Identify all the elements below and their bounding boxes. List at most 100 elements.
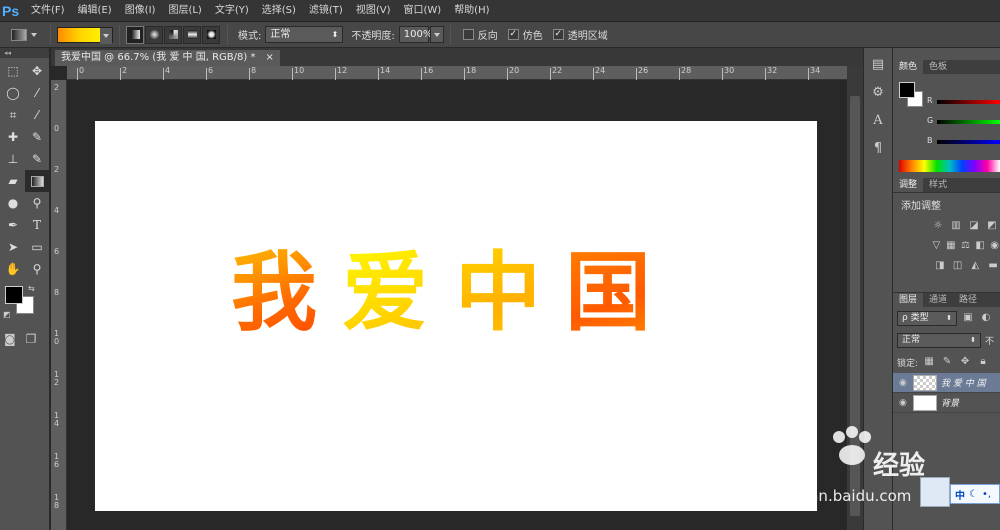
swap-colors-icon[interactable]: ⇆ [28, 284, 35, 293]
black-white-icon[interactable]: ◧ [975, 239, 986, 253]
menu-window[interactable]: 窗口(W) [396, 0, 447, 22]
blue-slider[interactable] [937, 140, 1000, 144]
ime-language-label: 中 [955, 490, 965, 502]
exposure-icon[interactable]: ◩ [985, 219, 999, 233]
menu-type[interactable]: 文字(Y) [208, 0, 255, 22]
screen-mode-icon[interactable]: ❐ [26, 332, 37, 346]
character-panel-icon[interactable]: A [867, 110, 889, 132]
curves-icon[interactable]: ◪ [967, 219, 981, 233]
gradient-preview[interactable] [58, 27, 100, 42]
radial-gradient-button[interactable] [145, 25, 163, 44]
gradient-tool[interactable] [25, 170, 49, 192]
layer-row[interactable]: ◉ 背景 [893, 393, 1000, 413]
vertical-ruler[interactable]: 2 0 2 4 6 8 1 0 1 2 1 4 1 6 1 8 [51, 80, 67, 530]
levels-icon[interactable]: ▥ [949, 219, 963, 233]
hand-tool[interactable]: ✋ [1, 258, 25, 280]
quick-selection-tool[interactable]: ⁄ [25, 82, 49, 104]
angle-gradient-button[interactable] [164, 25, 182, 44]
filter-adjust-icon[interactable]: ◐ [979, 311, 993, 325]
close-icon[interactable]: × [265, 50, 273, 66]
tool-preset-picker[interactable] [4, 24, 44, 46]
brush-tool[interactable]: ✎ [25, 126, 49, 148]
eraser-tool[interactable]: ▰ [1, 170, 25, 192]
history-brush-tool[interactable]: ✎ [25, 148, 49, 170]
layer-blend-mode-select[interactable]: 正常 ⬍ [897, 332, 981, 348]
vibrance-icon[interactable]: ▽ [931, 239, 942, 253]
canvas[interactable]: 我 爱 中 国 [95, 121, 817, 511]
menu-layer[interactable]: 图层(L) [161, 0, 207, 22]
transparency-checkbox[interactable]: ✓ [552, 29, 564, 40]
opacity-slider-toggle[interactable] [429, 26, 444, 43]
move-tool[interactable]: ✥ [25, 60, 49, 82]
tab-swatches[interactable]: 色板 [923, 60, 953, 74]
eyedropper-tool[interactable]: ⁄ [25, 104, 49, 126]
properties-panel-icon[interactable]: ⚙ [867, 82, 889, 104]
filter-pixel-icon[interactable]: ▣ [961, 311, 975, 325]
type-tool[interactable]: T [25, 214, 49, 236]
healing-brush-tool[interactable]: ✚ [1, 126, 25, 148]
horizontal-ruler[interactable]: 024681012141618202224262830323436 [67, 66, 863, 80]
menu-image[interactable]: 图像(I) [118, 0, 162, 22]
linear-gradient-button[interactable] [126, 25, 144, 44]
opacity-input[interactable]: 100% [398, 26, 432, 43]
posterize-icon[interactable]: ◫ [951, 259, 965, 273]
dodge-tool[interactable]: ⚲ [25, 192, 49, 214]
dither-checkbox[interactable]: ✓ [507, 29, 519, 40]
reflected-gradient-button[interactable] [183, 25, 201, 44]
zoom-tool[interactable]: ⚲ [25, 258, 49, 280]
document-tab[interactable]: 我爱中国 @ 66.7% (我 爱 中 国, RGB/8) * × [55, 50, 280, 66]
menu-file[interactable]: 文件(F) [24, 0, 71, 22]
blend-mode-select[interactable]: 正常 ⬍ [265, 26, 344, 43]
tab-paths[interactable]: 路径 [953, 293, 983, 307]
quick-mask-icon[interactable]: ◙ [4, 332, 16, 346]
lock-all-icon[interactable]: 🔒︎ [976, 355, 990, 369]
invert-icon[interactable]: ◨ [933, 259, 947, 273]
green-slider[interactable] [937, 120, 1000, 124]
marquee-tool[interactable]: ⬚ [1, 60, 25, 82]
reverse-checkbox[interactable] [462, 29, 474, 40]
gradient-picker-toggle[interactable] [100, 27, 112, 44]
history-panel-icon[interactable]: ▤ [867, 54, 889, 76]
tab-adjustments[interactable]: 调整 [893, 178, 924, 192]
tab-styles[interactable]: 样式 [923, 178, 953, 192]
menu-view[interactable]: 视图(V) [349, 0, 397, 22]
panel-foreground-color[interactable] [899, 82, 915, 98]
layer-row[interactable]: ◉ 我 爱 中 国 [893, 373, 1000, 393]
lock-pixels-icon[interactable]: ✎ [940, 355, 954, 369]
gradient-map-icon[interactable]: ▬ [986, 259, 1000, 273]
photo-filter-icon[interactable]: ◉ [989, 239, 1000, 253]
gradient-editor-swatch[interactable] [57, 26, 113, 44]
lock-transparent-icon[interactable]: ▦ [922, 355, 936, 369]
menu-help[interactable]: 帮助(H) [447, 0, 495, 22]
default-colors-icon[interactable]: ◩ [3, 310, 11, 319]
menu-edit[interactable]: 编辑(E) [71, 0, 118, 22]
pen-tool[interactable]: ✒ [1, 214, 25, 236]
blur-tool[interactable]: ● [1, 192, 25, 214]
visibility-eye-icon[interactable]: ◉ [899, 398, 909, 408]
panel-collapse-handle[interactable]: ◂◂ [0, 48, 49, 58]
layer-filter-select[interactable]: ρ 类型 ⬍ [897, 310, 957, 326]
path-selection-tool[interactable]: ➤ [1, 236, 25, 258]
visibility-eye-icon[interactable]: ◉ [899, 378, 909, 388]
color-balance-icon[interactable]: ⚖ [960, 239, 971, 253]
clone-stamp-tool[interactable]: ⊥ [1, 148, 25, 170]
lock-position-icon[interactable]: ✥ [958, 355, 972, 369]
ime-status-icon[interactable] [920, 477, 950, 507]
red-slider[interactable] [937, 100, 1000, 104]
paragraph-panel-icon[interactable]: ¶ [867, 138, 889, 160]
brightness-icon[interactable]: ☼ [931, 219, 945, 233]
threshold-icon[interactable]: ◭ [969, 259, 983, 273]
diamond-gradient-button[interactable] [202, 25, 220, 44]
tab-color[interactable]: 颜色 [893, 60, 924, 74]
ime-toolbar[interactable]: 中 ☾ •, [950, 484, 1000, 504]
hue-saturation-icon[interactable]: ▦ [946, 239, 957, 253]
lasso-tool[interactable]: ◯ [1, 82, 25, 104]
tab-layers[interactable]: 图层 [893, 293, 924, 307]
menu-filter[interactable]: 滤镜(T) [302, 0, 349, 22]
menu-select[interactable]: 选择(S) [255, 0, 302, 22]
color-spectrum[interactable] [899, 160, 1000, 172]
shape-tool[interactable]: ▭ [25, 236, 49, 258]
tab-channels[interactable]: 通道 [923, 293, 953, 307]
foreground-color[interactable] [5, 286, 23, 304]
crop-tool[interactable]: ⌗ [1, 104, 25, 126]
